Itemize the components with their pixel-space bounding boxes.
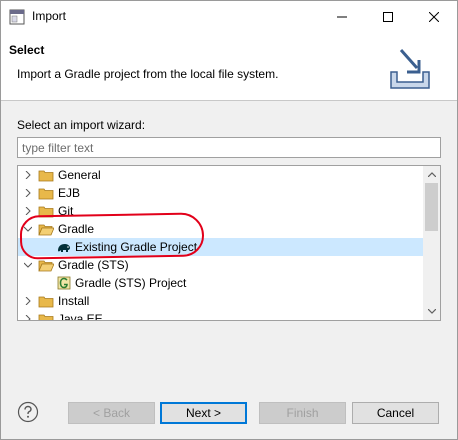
folder-open-icon <box>38 224 54 236</box>
close-button[interactable] <box>411 1 457 32</box>
gradle-sts-icon <box>57 276 71 290</box>
tree-scrollbar[interactable] <box>423 166 440 320</box>
tree-item-gradle-sts-project[interactable]: Gradle (STS) Project <box>18 274 423 292</box>
folder-icon <box>38 188 54 200</box>
tree-item-git[interactable]: Git <box>18 202 423 220</box>
help-icon[interactable] <box>17 401 39 423</box>
tree-item-existing-gradle-project[interactable]: Existing Gradle Project <box>18 238 423 256</box>
gradle-elephant-icon <box>58 244 70 252</box>
close-icon <box>429 11 439 22</box>
chevron-down-icon[interactable] <box>22 221 34 237</box>
tree-item-label: Gradle (STS) <box>58 258 129 272</box>
button-bar: < Back Next > Finish Cancel <box>1 389 457 439</box>
chevron-right-icon[interactable] <box>22 203 34 219</box>
tree-item-label: Install <box>58 294 90 308</box>
folder-icon <box>38 206 54 218</box>
chevron-down-icon <box>427 309 436 314</box>
chevron-up-icon <box>427 172 436 177</box>
wizard-header: Select Import a Gradle project from the … <box>1 32 457 101</box>
tree-item-gradle-sts[interactable]: Gradle (STS) <box>18 256 423 274</box>
scroll-up-button[interactable] <box>423 166 440 183</box>
scroll-thumb[interactable] <box>425 183 438 231</box>
import-wizard-label: Select an import wizard: <box>17 118 146 132</box>
wizard-tree[interactable]: General EJB Git Gradle Existing Gradle P… <box>17 165 441 321</box>
tree-item-label: Gradle (STS) Project <box>75 276 187 290</box>
scroll-down-button[interactable] <box>423 303 440 320</box>
chevron-right-icon[interactable] <box>22 311 34 320</box>
folder-icon <box>38 170 54 182</box>
wizard-body: Select an import wizard: General EJB <box>1 102 457 389</box>
maximize-button[interactable] <box>365 1 411 32</box>
tree-item-java-ee[interactable]: Java EE <box>18 310 423 321</box>
minimize-icon <box>337 16 347 17</box>
finish-button[interactable]: Finish <box>259 402 346 424</box>
next-button[interactable]: Next > <box>160 402 247 424</box>
import-dialog: Import Select Import a Gradle project fr… <box>0 0 458 440</box>
tree-item-general[interactable]: General <box>18 166 423 184</box>
page-title: Select <box>9 43 45 57</box>
chevron-down-icon[interactable] <box>22 257 34 273</box>
tree-item-label: General <box>58 168 101 182</box>
tree-item-ejb[interactable]: EJB <box>18 184 423 202</box>
filter-input[interactable] <box>17 137 441 158</box>
tree-item-label: EJB <box>58 186 81 200</box>
tree-item-gradle[interactable]: Gradle <box>18 220 423 238</box>
maximize-icon <box>383 11 393 22</box>
chevron-right-icon[interactable] <box>22 167 34 183</box>
chevron-right-icon[interactable] <box>22 185 34 201</box>
folder-icon <box>38 296 54 308</box>
back-button[interactable]: < Back <box>68 402 155 424</box>
minimize-button[interactable] <box>319 1 365 32</box>
chevron-right-icon[interactable] <box>22 293 34 309</box>
eclipse-app-icon <box>9 9 25 25</box>
tree-item-install[interactable]: Install <box>18 292 423 310</box>
page-description: Import a Gradle project from the local f… <box>17 67 279 81</box>
import-wizard-icon <box>390 49 430 89</box>
cancel-button[interactable]: Cancel <box>352 402 439 424</box>
folder-open-icon <box>38 260 54 272</box>
tree-item-label: Existing Gradle Project <box>75 240 198 254</box>
tree-item-label: Gradle <box>58 222 95 236</box>
tree-item-label: Java EE <box>58 312 103 321</box>
title-bar: Import <box>1 1 457 32</box>
window-title: Import <box>32 9 67 23</box>
folder-icon <box>38 314 54 320</box>
tree-item-label: Git <box>58 204 74 218</box>
